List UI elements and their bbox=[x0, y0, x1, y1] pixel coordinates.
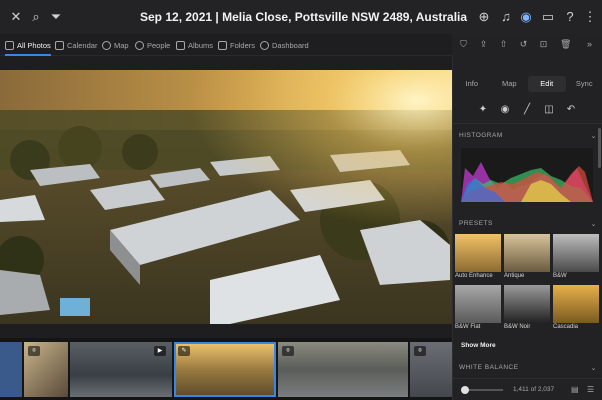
dashboard-icon bbox=[260, 40, 269, 50]
nav-label: People bbox=[147, 40, 171, 50]
upload-icon[interactable]: ⇧ bbox=[498, 39, 509, 50]
crop-icon[interactable]: ⊡ bbox=[538, 39, 549, 50]
preset-auto-enhance[interactable] bbox=[455, 234, 501, 272]
section-label: WHITE BALANCE bbox=[459, 364, 519, 371]
nav-label: Albums bbox=[188, 40, 214, 50]
window-title: Sep 12, 2021 | Melia Close, Pottsville N… bbox=[140, 10, 468, 24]
panel-scrollbar[interactable] bbox=[598, 128, 601, 168]
filmstrip: ⌾ ▶ ✎ ⌾ ⌾ bbox=[0, 338, 452, 400]
aerial-photo-image bbox=[0, 70, 452, 324]
grid-icon bbox=[5, 40, 14, 50]
preset-label: Auto Enhance bbox=[455, 273, 493, 279]
chevron-down-icon: ⌄ bbox=[590, 221, 597, 228]
film-thumb[interactable]: ▶ bbox=[70, 342, 172, 397]
nav-label: Map bbox=[114, 40, 129, 50]
zoom-slider[interactable] bbox=[461, 386, 503, 394]
chevron-down-icon: ⌄ bbox=[590, 133, 597, 140]
eye-icon[interactable]: ◉ bbox=[499, 104, 511, 116]
people-icon bbox=[135, 40, 144, 50]
panel-footer: 1,411 of 2,037 ▤ ☰ bbox=[453, 378, 602, 400]
edited-icon: ✎ bbox=[178, 346, 190, 356]
presets-header[interactable]: PRESETS ⌄ bbox=[459, 220, 597, 232]
brush-icon[interactable]: ╱ bbox=[521, 104, 533, 116]
nav-map[interactable]: Map bbox=[102, 37, 129, 53]
histogram-header[interactable]: HISTOGRAM ⌄ bbox=[459, 132, 597, 144]
film-thumb[interactable]: ⌾ bbox=[24, 342, 68, 397]
magic-wand-icon[interactable]: ✦ bbox=[477, 104, 489, 116]
nav-label: All Photos bbox=[17, 40, 51, 50]
white-balance-header[interactable]: WHITE BALANCE ⌄ bbox=[459, 364, 597, 376]
nav-folders[interactable]: Folders bbox=[218, 37, 255, 53]
preset-label: B&W bbox=[553, 273, 567, 279]
edit-tools: ✦ ◉ ╱ ◫ ↶ bbox=[453, 98, 602, 124]
tab-info[interactable]: Info bbox=[453, 76, 491, 92]
panel-toolbar: ⛉ ⇪ ⇧ ↺ ⊡ 🗑 » bbox=[452, 34, 602, 56]
preset-bw-flat[interactable] bbox=[455, 285, 501, 323]
folder-icon bbox=[218, 40, 227, 50]
view-nav: All Photos Calendar Map People Albums Fo… bbox=[0, 34, 452, 56]
histogram bbox=[461, 148, 593, 202]
clipboard-icon[interactable]: ▤ bbox=[571, 385, 579, 394]
nav-label: Calendar bbox=[67, 40, 98, 50]
share-icon[interactable]: ⇪ bbox=[478, 39, 489, 50]
preset-label: B&W Flat bbox=[455, 324, 481, 330]
preset-label: B&W Noir bbox=[504, 324, 531, 330]
help-icon[interactable]: ? bbox=[562, 9, 578, 25]
preset-label: Cascadia bbox=[553, 324, 579, 330]
calendar-icon bbox=[55, 40, 64, 50]
location-icon: ⌾ bbox=[414, 346, 426, 356]
inspector-tabs: Info Map Edit Sync bbox=[453, 76, 602, 92]
tab-sync[interactable]: Sync bbox=[566, 76, 602, 92]
film-thumb[interactable] bbox=[0, 342, 22, 397]
preset-bw[interactable] bbox=[553, 234, 599, 272]
add-icon[interactable]: ⊕ bbox=[476, 9, 492, 25]
tag-icon[interactable]: ⛉ bbox=[458, 39, 469, 50]
video-icon: ▶ bbox=[154, 346, 166, 356]
show-more-link[interactable]: Show More bbox=[461, 342, 496, 349]
app-window: ✕ ⌕ ⏷ Sep 12, 2021 | Melia Close, Pottsv… bbox=[0, 0, 602, 400]
slider-knob[interactable] bbox=[461, 386, 469, 394]
nav-all-photos[interactable]: All Photos bbox=[5, 37, 51, 56]
trash-icon[interactable]: 🗑 bbox=[560, 39, 571, 50]
list-icon[interactable]: ☰ bbox=[587, 385, 594, 394]
rotate-icon[interactable]: ↺ bbox=[518, 39, 529, 50]
film-thumb[interactable]: ⌾ bbox=[278, 342, 408, 397]
filter-icon[interactable]: ⏷ bbox=[48, 9, 64, 25]
display-icon[interactable]: ▭ bbox=[540, 9, 556, 25]
photo-count: 1,411 of 2,037 bbox=[513, 386, 555, 393]
preset-cascadia[interactable] bbox=[553, 285, 599, 323]
map-pin-icon bbox=[102, 40, 111, 50]
nav-albums[interactable]: Albums bbox=[176, 37, 213, 53]
film-thumb[interactable]: ⌾ bbox=[410, 342, 452, 397]
tab-map[interactable]: Map bbox=[491, 76, 529, 92]
more-icon[interactable]: ⋮ bbox=[582, 9, 598, 25]
film-thumb-selected[interactable]: ✎ bbox=[174, 342, 276, 397]
notification-icon[interactable]: ♫ bbox=[498, 9, 514, 25]
chevron-down-icon: ⌄ bbox=[590, 365, 597, 372]
inspector-panel: Info Map Edit Sync ✦ ◉ ╱ ◫ ↶ HISTOGRAM ⌄ bbox=[452, 56, 602, 400]
section-label: HISTOGRAM bbox=[459, 132, 503, 139]
tab-edit[interactable]: Edit bbox=[528, 76, 566, 92]
histogram-graph bbox=[461, 148, 593, 202]
nav-label: Dashboard bbox=[272, 40, 309, 50]
revert-icon[interactable]: ↶ bbox=[565, 104, 577, 116]
nav-dashboard[interactable]: Dashboard bbox=[260, 37, 309, 53]
preset-antique[interactable] bbox=[504, 234, 550, 272]
compare-icon[interactable]: ◫ bbox=[543, 104, 555, 116]
collapse-panel-icon[interactable]: » bbox=[584, 39, 595, 50]
preset-label: Antique bbox=[504, 273, 525, 279]
album-icon bbox=[176, 40, 185, 50]
activity-icon[interactable]: ◉ bbox=[518, 9, 534, 25]
preset-bw-noir[interactable] bbox=[504, 285, 550, 323]
close-icon[interactable]: ✕ bbox=[8, 9, 24, 25]
section-label: PRESETS bbox=[459, 220, 493, 227]
nav-people[interactable]: People bbox=[135, 37, 170, 53]
search-icon[interactable]: ⌕ bbox=[28, 9, 44, 25]
main-photo[interactable] bbox=[0, 70, 452, 324]
location-icon: ⌾ bbox=[282, 346, 294, 356]
top-toolbar: ✕ ⌕ ⏷ Sep 12, 2021 | Melia Close, Pottsv… bbox=[0, 0, 602, 34]
location-icon: ⌾ bbox=[28, 346, 40, 356]
nav-calendar[interactable]: Calendar bbox=[55, 37, 97, 53]
nav-label: Folders bbox=[230, 40, 256, 50]
